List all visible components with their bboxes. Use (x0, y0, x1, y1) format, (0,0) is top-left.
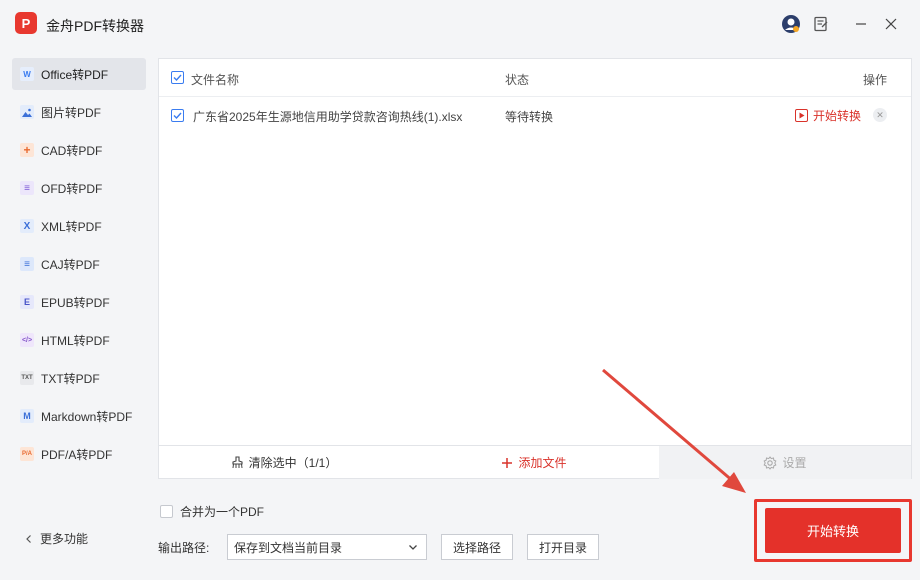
sidebar-item-cad[interactable]: + CAD转PDF (12, 134, 146, 166)
more-features-label: 更多功能 (40, 532, 89, 546)
pdfa-icon: P/A (20, 447, 34, 461)
add-file-label: 添加文件 (518, 456, 567, 470)
xml-icon: X (20, 219, 34, 233)
sidebar-item-pdfa[interactable]: P/A PDF/A转PDF (12, 438, 146, 470)
feedback-icon[interactable] (811, 14, 831, 34)
settings-label: 设置 (782, 456, 807, 470)
sidebar: W Office转PDF 图片转PDF + CAD转PDF ≡ OFD转PDF … (0, 50, 155, 580)
sidebar-item-ofd[interactable]: ≡ OFD转PDF (12, 172, 146, 204)
open-directory-button[interactable]: 打开目录 (527, 534, 599, 560)
check-icon (173, 112, 182, 119)
panel-footer: 清除选中（1/1） 添加文件 设置 (159, 445, 911, 479)
avatar-icon[interactable] (781, 14, 801, 34)
choose-path-button[interactable]: 选择路径 (441, 534, 513, 560)
header-action: 操作 (863, 73, 888, 87)
table-row: 广东省2025年生源地信用助学贷款咨询热线(1).xlsx 等待转换 开始转换 … (159, 97, 911, 133)
txt-icon: TXT (20, 371, 34, 385)
add-file-button[interactable]: 添加文件 (409, 446, 659, 479)
sidebar-item-label: CAJ转PDF (41, 257, 100, 272)
row-checkbox[interactable] (171, 109, 184, 122)
sidebar-item-xml[interactable]: X XML转PDF (12, 210, 146, 242)
minimize-icon[interactable] (851, 14, 871, 34)
output-path-select[interactable]: 保存到文档当前目录 (227, 534, 427, 560)
sidebar-item-markdown[interactable]: M Markdown转PDF (12, 400, 146, 432)
code-icon: </> (20, 333, 34, 347)
app-logo: P (15, 12, 37, 34)
sidebar-item-epub[interactable]: E EPUB转PDF (12, 286, 146, 318)
sidebar-item-caj[interactable]: ≡ CAJ转PDF (12, 248, 146, 280)
sidebar-item-label: Office转PDF (41, 67, 109, 82)
broom-icon (232, 456, 243, 469)
file-status: 等待转换 (505, 110, 554, 124)
file-name: 广东省2025年生源地信用助学贷款咨询热线(1).xlsx (193, 110, 463, 124)
select-all-checkbox[interactable] (171, 71, 184, 84)
table-header: 文件名称 状态 操作 (159, 59, 911, 97)
app-logo-text: P (21, 15, 31, 31)
sidebar-item-label: HTML转PDF (41, 333, 110, 348)
settings-button[interactable]: 设置 (659, 446, 911, 479)
header-status: 状态 (505, 73, 530, 87)
sidebar-item-label: Markdown转PDF (41, 409, 133, 424)
merge-checkbox[interactable] (160, 505, 173, 518)
row-start-convert-label: 开始转换 (813, 109, 862, 123)
file-panel: 文件名称 状态 操作 广东省2025年生源地信用助学贷款咨询热线(1).xlsx… (158, 58, 912, 479)
sidebar-item-txt[interactable]: TXT TXT转PDF (12, 362, 146, 394)
plus-icon (502, 457, 513, 468)
chevron-left-icon (26, 534, 31, 543)
merge-label: 合并为一个PDF (180, 505, 265, 519)
sidebar-item-label: XML转PDF (41, 219, 102, 234)
app-title: 金舟PDF转换器 (46, 18, 144, 34)
sidebar-item-label: OFD转PDF (41, 181, 103, 196)
output-path-label: 输出路径: (158, 541, 210, 555)
close-icon[interactable] (881, 14, 901, 34)
more-features-link[interactable]: 更多功能 (24, 530, 88, 547)
epub-icon: E (20, 295, 34, 309)
sidebar-item-label: PDF/A转PDF (41, 447, 113, 462)
header-name: 文件名称 (191, 73, 240, 87)
title-bar: P 金舟PDF转换器 (0, 0, 920, 50)
merge-option[interactable]: 合并为一个PDF (160, 503, 264, 520)
start-convert-button[interactable]: 开始转换 (765, 508, 901, 553)
sidebar-item-label: TXT转PDF (41, 371, 100, 386)
image-icon (20, 105, 34, 119)
sidebar-item-label: CAD转PDF (41, 143, 103, 158)
cad-icon: + (20, 143, 34, 157)
word-icon: W (20, 67, 34, 81)
gear-icon (764, 455, 777, 470)
check-icon (173, 74, 182, 81)
output-path-value: 保存到文档当前目录 (234, 540, 343, 555)
sidebar-item-html[interactable]: </> HTML转PDF (12, 324, 146, 356)
sidebar-item-image[interactable]: 图片转PDF (12, 96, 146, 128)
sidebar-item-label: EPUB转PDF (41, 295, 110, 310)
clear-selected-label: 清除选中（1/1） (248, 456, 338, 470)
sidebar-item-label: 图片转PDF (41, 105, 102, 120)
clear-selected-button[interactable]: 清除选中（1/1） (159, 446, 409, 479)
play-icon (795, 109, 808, 122)
ofd-icon: ≡ (20, 181, 34, 195)
remove-file-icon[interactable]: ✕ (873, 108, 887, 122)
row-start-convert-button[interactable]: 开始转换 (795, 107, 861, 124)
chevron-down-icon (409, 545, 417, 550)
caj-icon: ≡ (20, 257, 34, 271)
sidebar-item-office[interactable]: W Office转PDF (12, 58, 146, 90)
markdown-icon: M (20, 409, 34, 423)
